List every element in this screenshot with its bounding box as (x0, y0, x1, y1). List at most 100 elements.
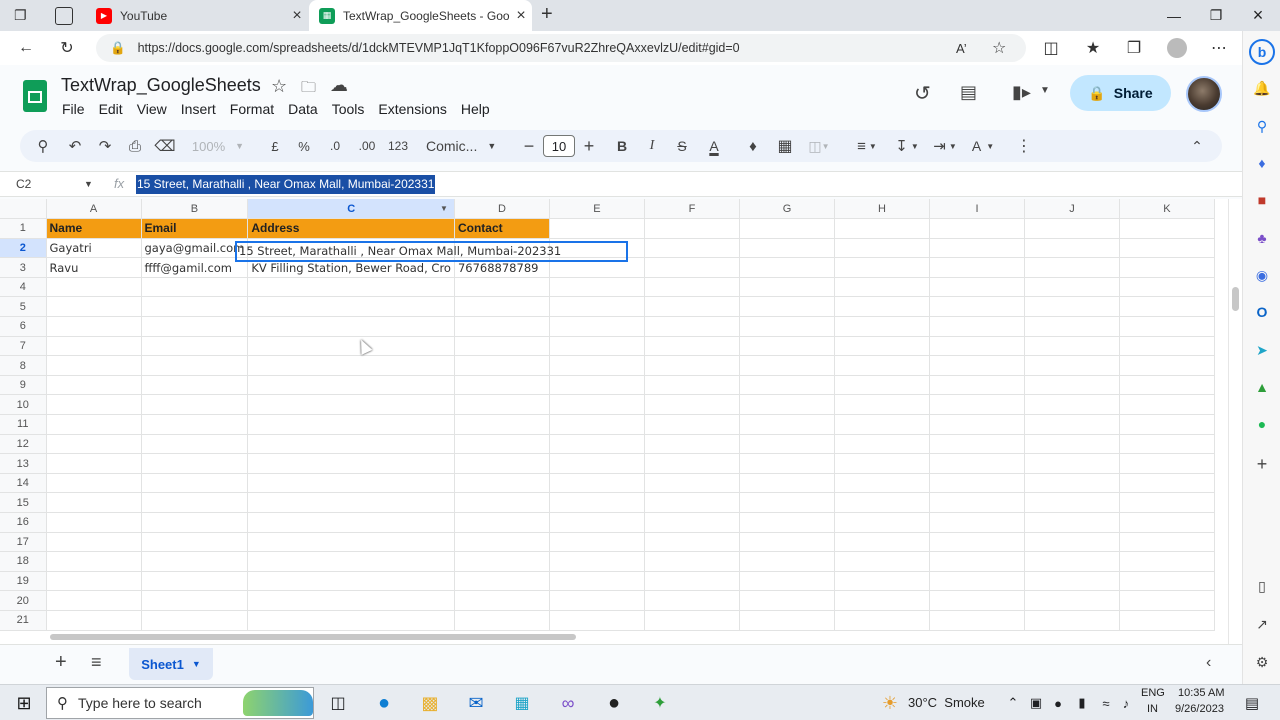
paint-format-icon[interactable]: ⌫ (154, 130, 176, 162)
menu-data[interactable]: Data (288, 101, 318, 117)
cell[interactable] (1024, 257, 1120, 278)
cell[interactable] (929, 571, 1025, 592)
mail-icon[interactable]: ✉ (464, 691, 488, 715)
cell[interactable] (644, 590, 740, 611)
explore-collapse-icon[interactable]: ‹ (1206, 654, 1211, 672)
cell[interactable] (1024, 296, 1120, 318)
cell[interactable] (929, 434, 1025, 455)
menu-edit[interactable]: Edit (99, 101, 123, 117)
cell-a2[interactable]: Gayatri (46, 238, 142, 259)
decrease-decimal-button[interactable]: .0 (323, 130, 347, 162)
cell-c1[interactable]: Address (247, 218, 455, 239)
cell[interactable] (1119, 473, 1215, 494)
cell[interactable] (739, 238, 835, 259)
task-view-icon[interactable]: ◫ (326, 691, 350, 715)
cell[interactable] (834, 394, 930, 416)
cell[interactable] (454, 590, 550, 611)
cell[interactable] (247, 473, 455, 494)
language-line2[interactable]: IN (1147, 703, 1158, 715)
cell[interactable] (549, 532, 645, 553)
cell[interactable] (1119, 492, 1215, 513)
close-tab-icon[interactable]: × (510, 7, 532, 25)
cell[interactable] (834, 590, 930, 611)
cell[interactable] (644, 551, 740, 572)
horizontal-align-icon[interactable]: ≡ ▼ (850, 130, 884, 162)
row-header[interactable]: 12 (0, 434, 47, 455)
cell[interactable] (141, 336, 249, 357)
cell-c3[interactable]: KV Filling Station, Bewer Road, Cro (247, 257, 455, 278)
cell[interactable] (1024, 610, 1120, 631)
cell[interactable] (834, 610, 930, 631)
cell[interactable] (1024, 414, 1120, 435)
cell[interactable] (549, 316, 645, 337)
cell[interactable] (141, 590, 249, 611)
row-header[interactable]: 14 (0, 473, 47, 494)
bing-copilot-icon[interactable]: b (1249, 39, 1275, 65)
scroll-thumb[interactable] (50, 634, 576, 640)
cell[interactable] (454, 610, 550, 631)
row-header[interactable]: 3 (0, 257, 47, 278)
restore-icon[interactable]: ❐ (1196, 0, 1236, 31)
name-box-dropdown-icon[interactable]: ▼ (84, 179, 93, 189)
cell[interactable] (834, 355, 930, 376)
undo-icon[interactable]: ↶ (64, 130, 86, 162)
cell[interactable] (46, 414, 142, 435)
cell[interactable] (1119, 571, 1215, 592)
cell[interactable] (454, 394, 550, 416)
cell[interactable] (644, 375, 740, 396)
obs-icon[interactable]: ● (602, 691, 626, 715)
cell[interactable] (141, 316, 249, 337)
clock-time[interactable]: 10:35 AM (1178, 687, 1224, 699)
cell-c2[interactable] (247, 238, 455, 259)
cell[interactable] (549, 590, 645, 611)
cell[interactable] (1024, 434, 1120, 455)
cell[interactable] (644, 571, 740, 592)
cell[interactable] (1024, 492, 1120, 513)
vertical-align-icon[interactable]: ↧ ▼ (890, 130, 924, 162)
cell[interactable] (929, 257, 1025, 278)
text-rotation-button[interactable]: A ▼ (966, 130, 1000, 162)
shopping-icon[interactable]: ♦ (1251, 152, 1273, 174)
document-title[interactable]: TextWrap_GoogleSheets (61, 75, 261, 96)
back-icon[interactable]: ← (9, 31, 43, 65)
cell[interactable] (739, 434, 835, 455)
cell[interactable] (1119, 551, 1215, 572)
row-header[interactable]: 19 (0, 571, 47, 592)
outlook-icon[interactable]: O (1251, 301, 1273, 323)
cell[interactable] (141, 473, 249, 494)
cell[interactable] (739, 296, 835, 318)
cell[interactable] (549, 238, 645, 259)
cell[interactable] (644, 257, 740, 278)
cloud-status-icon[interactable]: ☁ (330, 75, 348, 96)
cell[interactable] (549, 336, 645, 357)
cell[interactable] (1024, 336, 1120, 357)
send-icon[interactable]: ➤ (1251, 339, 1273, 361)
cell[interactable] (454, 375, 550, 396)
cell[interactable] (834, 512, 930, 533)
split-screen-icon[interactable]: ◫ (1034, 31, 1068, 65)
increase-font-size-icon[interactable]: + (580, 130, 598, 162)
cell[interactable] (929, 473, 1025, 494)
cell[interactable] (834, 375, 930, 396)
cell[interactable] (247, 571, 455, 592)
cell[interactable] (1024, 375, 1120, 396)
cell[interactable] (549, 512, 645, 533)
cell[interactable] (1024, 277, 1120, 298)
menu-tools[interactable]: Tools (332, 101, 365, 117)
cell[interactable] (247, 296, 455, 318)
cell[interactable] (1024, 316, 1120, 337)
search-icon[interactable]: ⚲ (1251, 115, 1273, 137)
sheets-logo-icon[interactable] (23, 80, 47, 112)
italic-button[interactable]: I (642, 130, 662, 162)
cell[interactable] (141, 375, 249, 396)
cell[interactable] (454, 571, 550, 592)
cell[interactable] (46, 375, 142, 396)
cell-b2[interactable]: gaya@gmail.com (141, 238, 249, 259)
cell[interactable] (454, 512, 550, 533)
microphone-icon[interactable]: ● (1046, 691, 1070, 715)
cell-b3[interactable]: ffff@gamil.com (141, 257, 249, 278)
cell[interactable] (834, 336, 930, 357)
cell[interactable] (1024, 590, 1120, 611)
cell[interactable] (929, 492, 1025, 513)
cell[interactable] (1024, 532, 1120, 553)
